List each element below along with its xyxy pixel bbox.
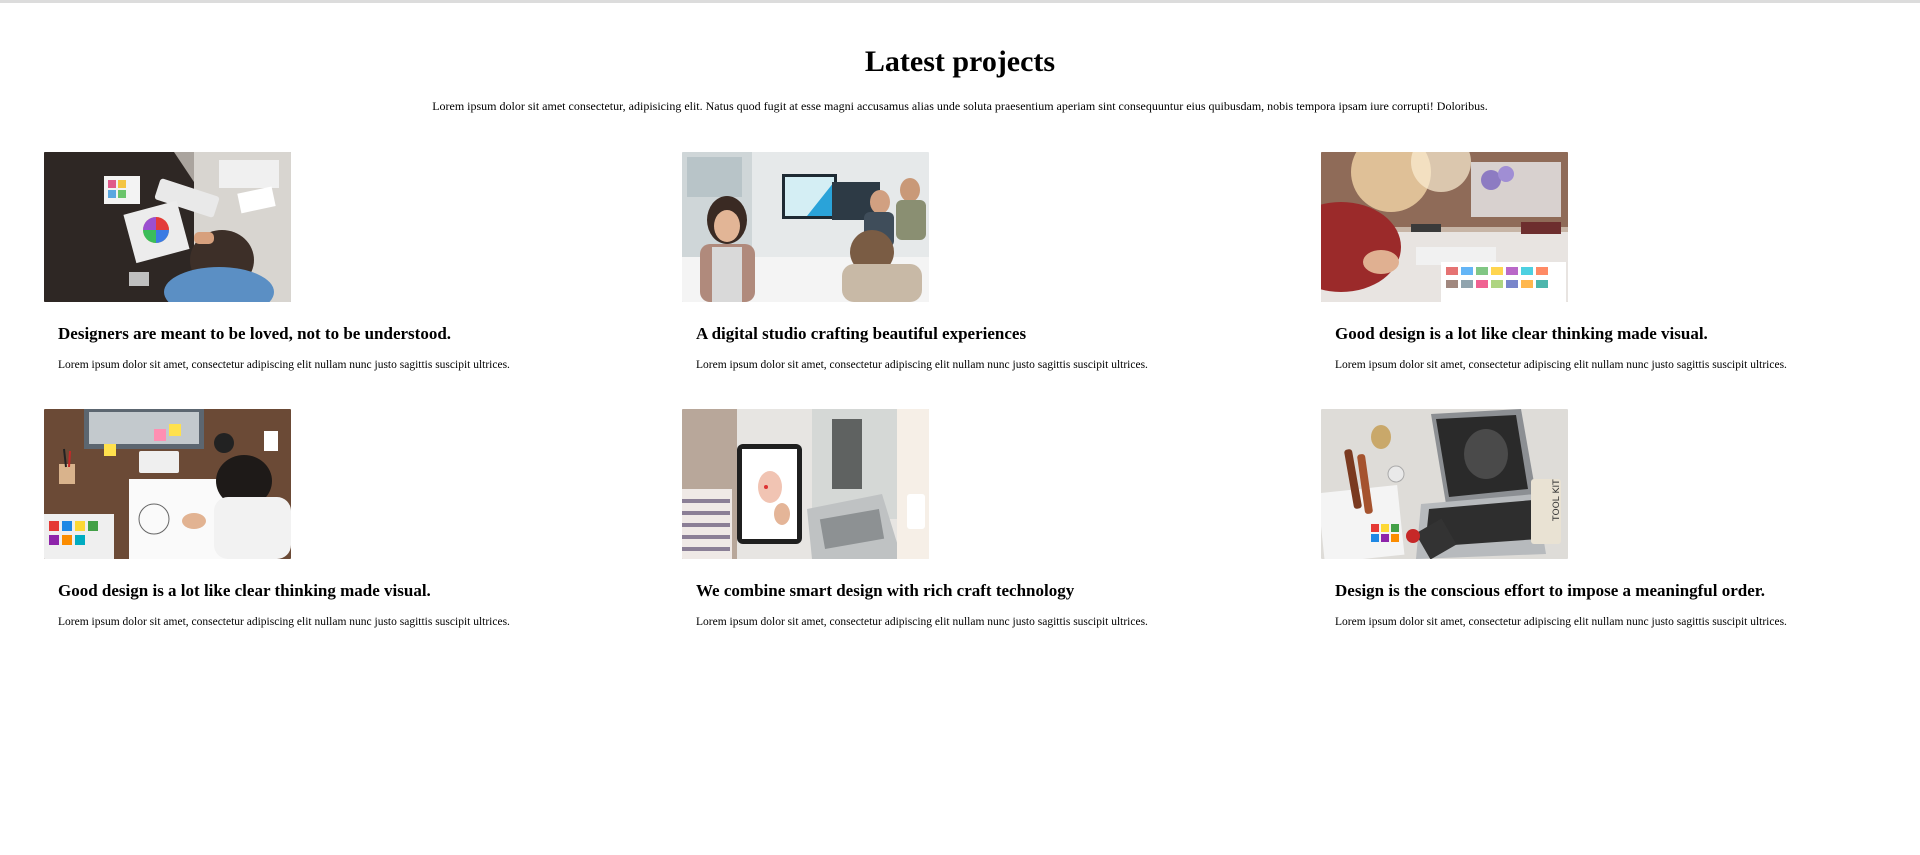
project-title[interactable]: We combine smart design with rich craft … xyxy=(696,581,1282,601)
project-title[interactable]: Good design is a lot like clear thinking… xyxy=(58,581,644,601)
project-card[interactable]: TOOL KIT Design is the conscious effort … xyxy=(1321,409,1920,629)
project-card[interactable]: A digital studio crafting beautiful expe… xyxy=(682,152,1282,372)
project-image[interactable] xyxy=(44,152,291,302)
color-swatches-photo xyxy=(1321,152,1568,302)
project-description: Lorem ipsum dolor sit amet, consectetur … xyxy=(696,359,1148,371)
project-card[interactable]: Good design is a lot like clear thinking… xyxy=(1321,152,1920,372)
section-intro: Lorem ipsum dolor sit amet consectetur, … xyxy=(432,99,1488,113)
project-description: Lorem ipsum dolor sit amet, consectetur … xyxy=(1335,359,1787,371)
project-image[interactable]: TOOL KIT xyxy=(1321,409,1568,559)
team-meeting-photo xyxy=(682,152,929,302)
designer-desk-photo xyxy=(44,152,291,302)
project-card[interactable]: Good design is a lot like clear thinking… xyxy=(44,409,644,629)
project-card[interactable]: We combine smart design with rich craft … xyxy=(682,409,1282,629)
laptop-tool-kit-photo: TOOL KIT xyxy=(1321,409,1568,559)
project-image[interactable] xyxy=(682,409,929,559)
top-border xyxy=(0,0,1920,3)
section-title: Latest projects xyxy=(864,45,1056,78)
project-image[interactable] xyxy=(1321,152,1568,302)
project-image[interactable] xyxy=(44,409,291,559)
project-description: Lorem ipsum dolor sit amet, consectetur … xyxy=(696,616,1148,628)
project-description: Lorem ipsum dolor sit amet, consectetur … xyxy=(1335,616,1787,628)
project-image[interactable] xyxy=(682,152,929,302)
tool-kit-label: TOOL KIT xyxy=(1552,479,1562,522)
tablet-drawing-photo xyxy=(682,409,929,559)
project-description: Lorem ipsum dolor sit amet, consectetur … xyxy=(58,359,510,371)
sketching-workspace-photo xyxy=(44,409,291,559)
project-title[interactable]: Design is the conscious effort to impose… xyxy=(1335,581,1920,601)
project-title[interactable]: Designers are meant to be loved, not to … xyxy=(58,324,644,344)
project-title[interactable]: Good design is a lot like clear thinking… xyxy=(1335,324,1920,344)
project-title[interactable]: A digital studio crafting beautiful expe… xyxy=(696,324,1282,344)
project-description: Lorem ipsum dolor sit amet, consectetur … xyxy=(58,616,510,628)
project-card[interactable]: Designers are meant to be loved, not to … xyxy=(44,152,644,372)
